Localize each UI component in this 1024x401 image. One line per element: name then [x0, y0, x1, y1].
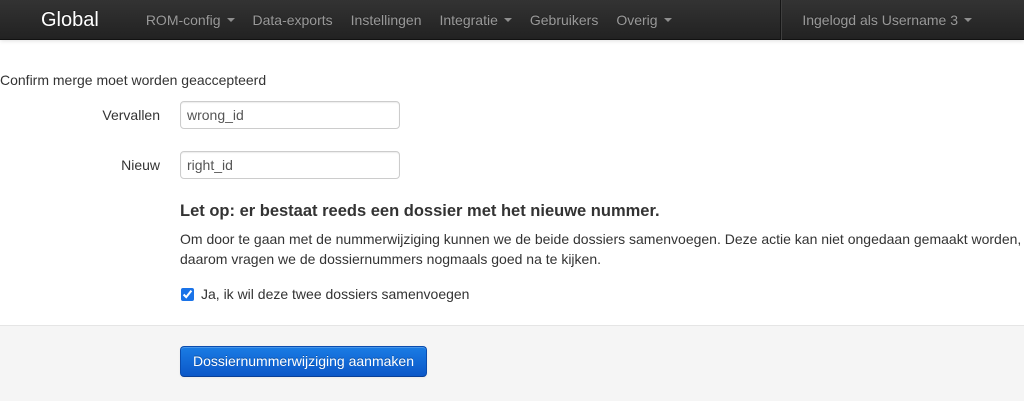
user-menu-dropdown[interactable]: Ingelogd als Username 3 — [782, 0, 982, 40]
field-row-nieuw: Nieuw — [0, 151, 1024, 179]
form-actions-footer: Dossiernummerwijziging aanmaken — [0, 325, 1024, 401]
confirm-merge-checkbox-label[interactable]: Ja, ik wil deze twee dossiers samenvoege… — [201, 284, 469, 304]
confirm-merge-checkbox[interactable] — [181, 288, 194, 301]
warning-block: Let op: er bestaat reeds een dossier met… — [180, 201, 1024, 304]
submit-button[interactable]: Dossiernummerwijziging aanmaken — [180, 346, 427, 377]
nav-item-data-exports[interactable]: Data-exports — [244, 0, 342, 40]
caret-down-icon — [504, 18, 512, 22]
nieuw-label: Nieuw — [0, 155, 160, 175]
page-content: Confirm merge moet worden geaccepteerd V… — [0, 70, 1024, 401]
top-navbar: Global ROM-config Data-exports Instellin… — [0, 0, 1024, 40]
confirm-merge-notice: Confirm merge moet worden geaccepteerd — [0, 70, 1024, 90]
warning-body: Om door te gaan met de nummerwijziging k… — [180, 229, 1024, 269]
caret-down-icon — [964, 18, 972, 22]
warning-heading: Let op: er bestaat reeds een dossier met… — [180, 201, 1024, 221]
nav-item-integratie[interactable]: Integratie — [430, 0, 520, 40]
vervallen-input[interactable] — [180, 101, 400, 129]
brand-logo[interactable]: Global — [41, 0, 99, 39]
navbar-user-section: Ingelogd als Username 3 — [781, 0, 982, 39]
field-row-vervallen: Vervallen — [0, 101, 1024, 129]
merge-form: Vervallen Nieuw Let op: er bestaat reeds… — [0, 101, 1024, 401]
nav-item-instellingen[interactable]: Instellingen — [342, 0, 431, 40]
nav-item-rom-config[interactable]: ROM-config — [137, 0, 244, 40]
caret-down-icon — [227, 18, 235, 22]
confirm-checkbox-row: Ja, ik wil deze twee dossiers samenvoege… — [180, 284, 1024, 304]
main-nav: ROM-config Data-exports Instellingen Int… — [137, 0, 681, 39]
user-menu: Ingelogd als Username 3 — [782, 0, 982, 39]
nieuw-input[interactable] — [180, 151, 400, 179]
vervallen-label: Vervallen — [0, 105, 160, 125]
nav-item-overig[interactable]: Overig — [607, 0, 680, 40]
caret-down-icon — [664, 18, 672, 22]
nav-item-gebruikers[interactable]: Gebruikers — [521, 0, 607, 40]
